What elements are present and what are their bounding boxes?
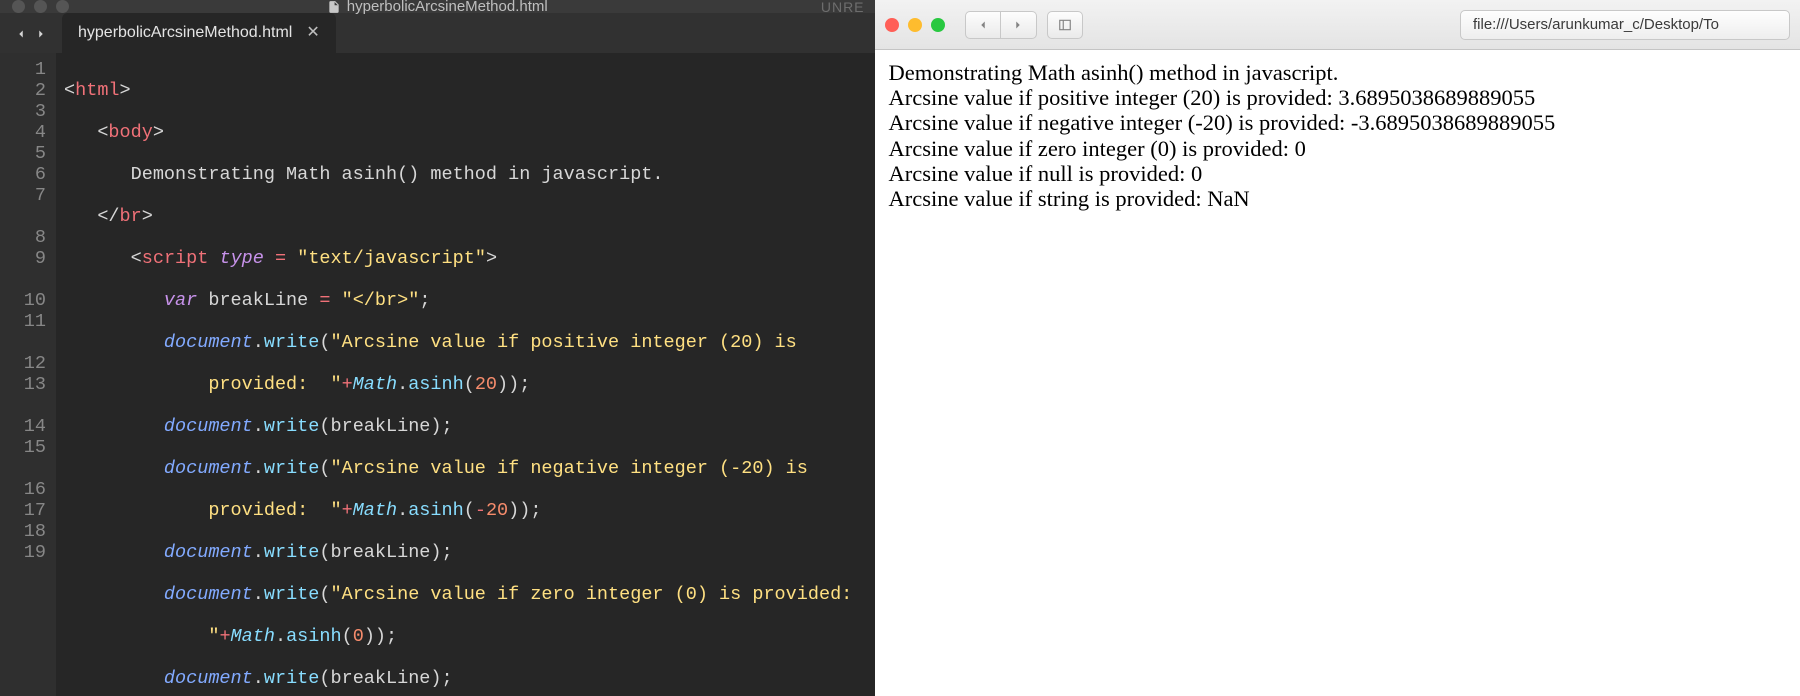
editor-window: hyperbolicArcsineMethod.html UNRE hyperb… [0, 0, 875, 696]
code-lines: <html> <body> Demonstrating Math asinh()… [56, 53, 875, 696]
line-gutter: 123 456 78 910 1112 1314 1516 171819 [0, 53, 56, 696]
editor-tab[interactable]: hyperbolicArcsineMethod.html ✕ [62, 13, 336, 53]
browser-window: file:///Users/arunkumar_c/Desktop/To Dem… [875, 0, 1800, 696]
zoom-icon[interactable] [931, 18, 945, 32]
nav-forward-icon[interactable] [34, 27, 48, 41]
minimize-icon[interactable] [908, 18, 922, 32]
browser-toolbar: file:///Users/arunkumar_c/Desktop/To [875, 0, 1800, 50]
tab-label: hyperbolicArcsineMethod.html [78, 24, 292, 42]
url-text: file:///Users/arunkumar_c/Desktop/To [1473, 16, 1719, 33]
output-line: Demonstrating Math asinh() method in jav… [889, 60, 1786, 85]
browser-forward-button[interactable] [1001, 11, 1037, 39]
code-area[interactable]: 123 456 78 910 1112 1314 1516 171819 <ht… [0, 53, 875, 696]
page-content: Demonstrating Math asinh() method in jav… [875, 50, 1800, 696]
editor-titlebar: hyperbolicArcsineMethod.html UNRE [0, 0, 875, 13]
output-line: Arcsine value if string is provided: NaN [889, 186, 1786, 211]
nav-arrows [0, 27, 62, 53]
tab-close-icon[interactable]: ✕ [306, 25, 319, 41]
browser-traffic-lights [885, 18, 945, 32]
nav-button-group [965, 11, 1037, 39]
sidebar-toggle-button[interactable] [1047, 11, 1083, 39]
editor-status: UNRE [821, 0, 865, 15]
nav-back-icon[interactable] [14, 27, 28, 41]
file-icon [327, 0, 341, 14]
close-icon[interactable] [885, 18, 899, 32]
editor-file-name: hyperbolicArcsineMethod.html [347, 0, 548, 15]
output-line: Arcsine value if positive integer (20) i… [889, 85, 1786, 110]
output-line: Arcsine value if null is provided: 0 [889, 161, 1786, 186]
output-line: Arcsine value if negative integer (-20) … [889, 110, 1786, 135]
editor-tab-row: hyperbolicArcsineMethod.html ✕ [0, 13, 875, 53]
browser-back-button[interactable] [965, 11, 1001, 39]
address-bar[interactable]: file:///Users/arunkumar_c/Desktop/To [1460, 10, 1790, 40]
output-line: Arcsine value if zero integer (0) is pro… [889, 136, 1786, 161]
